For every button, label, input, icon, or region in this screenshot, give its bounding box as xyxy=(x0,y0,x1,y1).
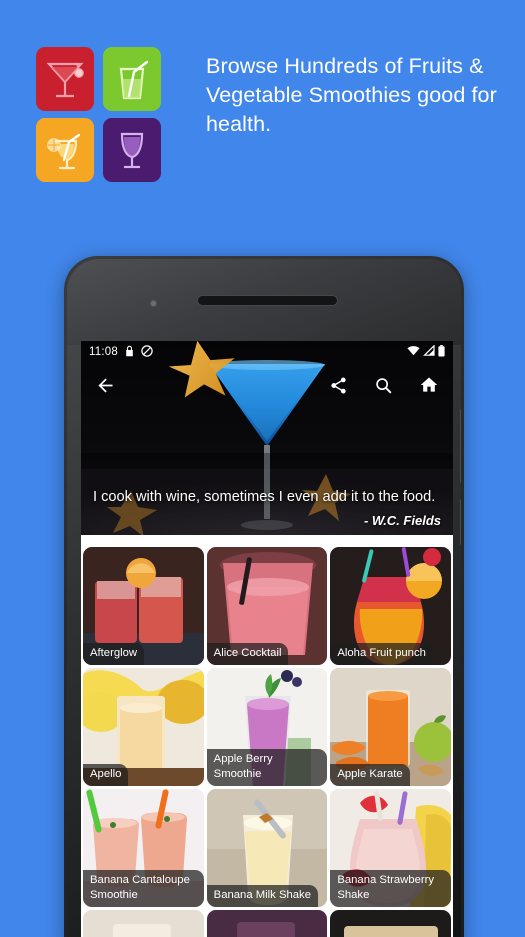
phone-mockup: 11:08 I cook with wine, sometimes I even… xyxy=(64,256,464,937)
recipe-label: Apple Karate xyxy=(330,764,410,786)
recipe-label: Banana Cantaloupe Smoothie xyxy=(83,870,204,907)
phone-screen: 11:08 I cook with wine, sometimes I even… xyxy=(81,341,453,937)
recipe-card[interactable] xyxy=(83,910,204,937)
search-icon[interactable] xyxy=(374,376,393,395)
hero-banner: 11:08 I cook with wine, sometimes I even… xyxy=(81,341,453,535)
hero-quote-block: I cook with wine, sometimes I even add i… xyxy=(81,487,453,528)
martini-glass-icon xyxy=(36,47,94,111)
app-icon-grid xyxy=(36,47,161,182)
recipe-card[interactable]: Alice Cocktail xyxy=(206,547,328,665)
recipe-grid-area: Afterglow Alice Cocktail Aloha Fruit pun… xyxy=(81,535,453,937)
recipe-thumbnail xyxy=(83,910,204,937)
recipe-label: Apello xyxy=(83,764,129,786)
recipe-card[interactable] xyxy=(330,910,451,937)
wine-glass-icon xyxy=(103,118,161,182)
recipe-grid: Afterglow Alice Cocktail Aloha Fruit pun… xyxy=(83,547,451,937)
power-button[interactable] xyxy=(460,409,461,483)
recipe-card[interactable]: Apple Berry Smoothie xyxy=(206,668,328,786)
phone-body: 11:08 I cook with wine, sometimes I even… xyxy=(67,259,461,937)
earpiece-speaker xyxy=(197,295,338,306)
recipe-thumbnail xyxy=(206,910,328,937)
app-bar-actions xyxy=(329,375,439,395)
pina-colada-icon xyxy=(36,118,94,182)
recipe-card[interactable]: Aloha Fruit punch xyxy=(330,547,451,665)
recipe-card[interactable]: Afterglow xyxy=(83,547,204,665)
home-icon[interactable] xyxy=(419,375,439,395)
juice-glass-straw-icon xyxy=(103,47,161,111)
status-bar: 11:08 xyxy=(81,341,453,363)
recipe-thumbnail xyxy=(330,910,451,937)
recipe-label: Apple Berry Smoothie xyxy=(206,749,328,786)
recipe-card[interactable] xyxy=(206,910,328,937)
battery-icon xyxy=(438,344,445,360)
volume-button[interactable] xyxy=(460,499,461,545)
promo-header: Browse Hundreds of Fruits & Vegetable Sm… xyxy=(0,0,525,200)
lock-icon xyxy=(125,345,134,360)
recipe-card[interactable]: Banana Strawberry Shake xyxy=(330,789,451,907)
recipe-label: Banana Strawberry Shake xyxy=(330,870,451,907)
back-arrow-icon[interactable] xyxy=(95,375,116,396)
status-right xyxy=(407,344,445,360)
hero-quote-author: - W.C. Fields xyxy=(363,513,441,528)
front-camera-icon xyxy=(151,301,156,306)
recipe-label: Alice Cocktail xyxy=(206,643,289,665)
promo-headline: Browse Hundreds of Fruits & Vegetable Sm… xyxy=(206,54,497,136)
recipe-label: Afterglow xyxy=(83,643,145,665)
app-bar xyxy=(81,363,453,407)
recipe-card[interactable]: Apple Karate xyxy=(330,668,451,786)
status-left: 11:08 xyxy=(89,344,153,360)
recipe-card[interactable]: Banana Cantaloupe Smoothie xyxy=(83,789,204,907)
recipe-card[interactable]: Apello xyxy=(83,668,204,786)
wifi-icon xyxy=(407,345,420,359)
do-not-disturb-icon xyxy=(141,344,153,360)
status-time: 11:08 xyxy=(89,346,118,358)
signal-icon xyxy=(423,344,435,359)
share-icon[interactable] xyxy=(329,376,348,395)
hero-quote-text: I cook with wine, sometimes I even add i… xyxy=(93,489,436,505)
recipe-label: Aloha Fruit punch xyxy=(330,643,433,665)
recipe-card[interactable]: Banana Milk Shake xyxy=(206,789,328,907)
recipe-label: Banana Milk Shake xyxy=(206,885,318,907)
